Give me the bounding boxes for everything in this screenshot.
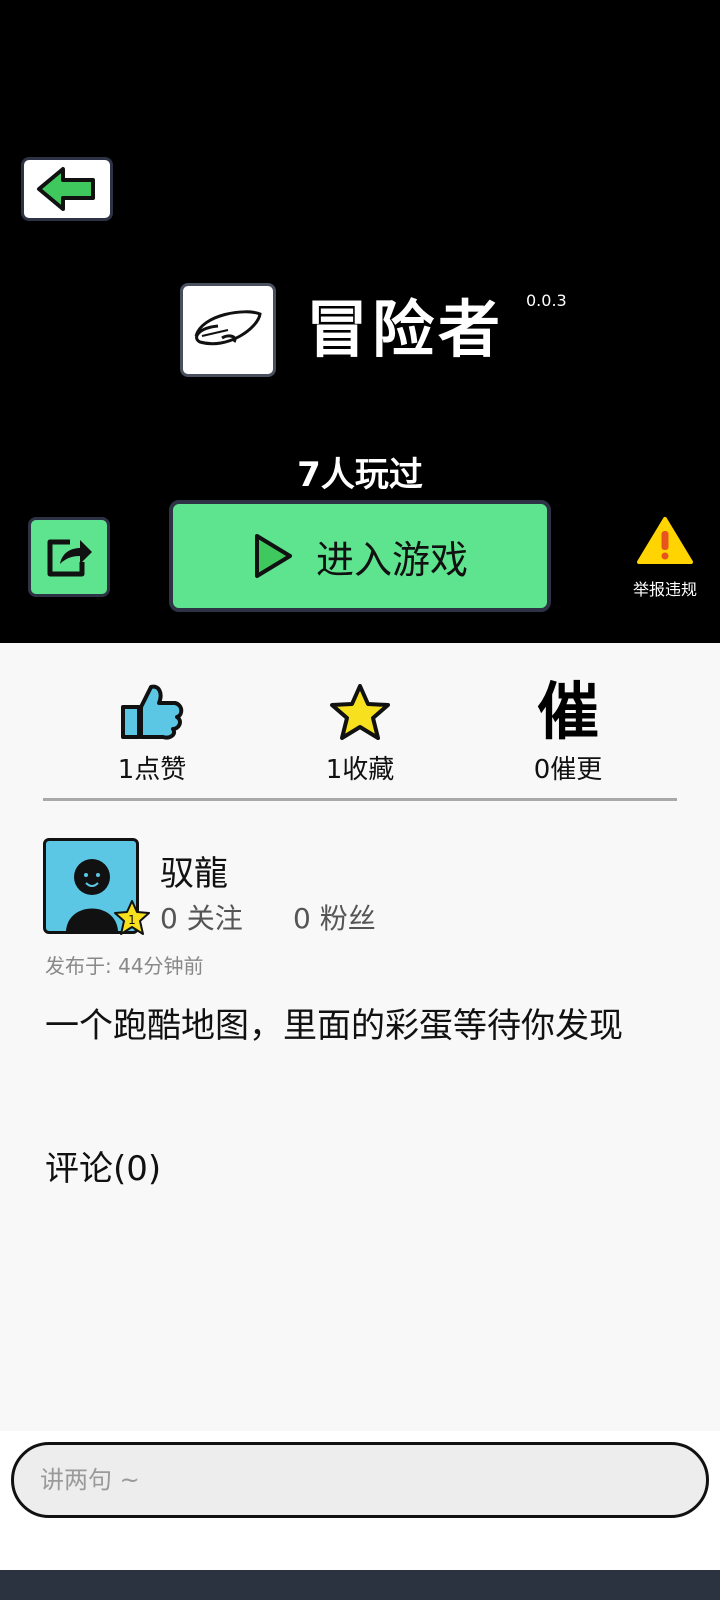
- favorites-count: 1收藏: [325, 755, 395, 785]
- author-avatar[interactable]: 1: [43, 838, 150, 935]
- played-count: 7人玩过: [297, 455, 423, 495]
- play-button[interactable]: 进入游戏: [169, 500, 551, 612]
- author-name[interactable]: 驭龍: [160, 846, 228, 895]
- like-button[interactable]: 1点赞: [72, 679, 232, 786]
- level-star-icon: 1: [114, 900, 150, 935]
- play-icon: [254, 534, 292, 578]
- game-header: 冒险者 0.0.3 7人玩过 进入游戏 举报违规: [0, 0, 720, 643]
- comment-bar: [0, 1431, 720, 1570]
- urge-count: 0催更: [533, 755, 603, 785]
- play-button-label: 进入游戏: [315, 537, 468, 582]
- author-level: 1: [128, 913, 136, 927]
- fans-count[interactable]: 0 粉丝: [293, 897, 376, 937]
- game-detail-panel: 1点赞 1收藏 催 0催更 1 驭龍 0 关注 0 粉丝 发布于: 44分钟前 …: [0, 643, 720, 1431]
- report-label: 举报违规: [632, 580, 697, 599]
- likes-count: 1点赞: [117, 755, 187, 785]
- thumbs-up-icon: [121, 684, 184, 740]
- game-title: 冒险者: [306, 293, 505, 366]
- urge-icon: 催: [536, 675, 599, 748]
- comments-title: 评论(0): [45, 1149, 162, 1189]
- game-description: 一个跑酷地图，里面的彩蛋等待你发现: [45, 1006, 623, 1046]
- share-button[interactable]: [28, 517, 110, 597]
- back-arrow-icon: [37, 167, 95, 211]
- back-button[interactable]: [21, 157, 113, 221]
- game-logo: [180, 283, 276, 377]
- comment-input[interactable]: [11, 1442, 709, 1518]
- urge-update-button[interactable]: 催 0催更: [488, 679, 648, 786]
- star-icon: [330, 684, 390, 740]
- report-button[interactable]: 举报违规: [620, 516, 710, 600]
- follow-count[interactable]: 0 关注: [160, 897, 243, 937]
- game-version: 0.0.3: [526, 291, 567, 310]
- game-logo-icon: [194, 310, 262, 346]
- publish-time: 发布于: 44分钟前: [45, 954, 204, 978]
- favorite-button[interactable]: 1收藏: [280, 679, 440, 786]
- warning-icon: [637, 517, 693, 564]
- divider: [43, 798, 677, 801]
- share-icon: [47, 539, 92, 577]
- system-nav-bar: [0, 1570, 720, 1600]
